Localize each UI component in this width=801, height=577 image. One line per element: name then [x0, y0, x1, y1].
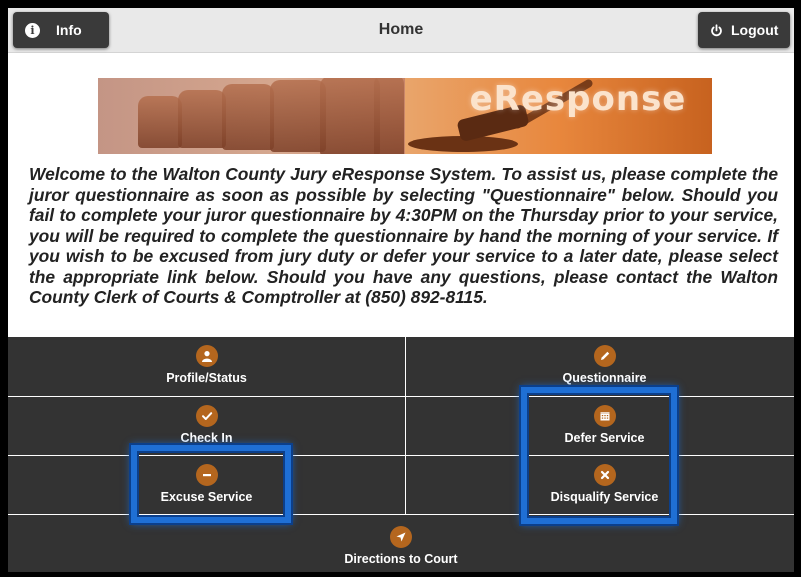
profile-status-label: Profile/Status	[166, 371, 247, 385]
eresponse-banner: eResponse	[98, 78, 712, 154]
location-arrow-icon	[390, 526, 412, 548]
check-icon	[195, 405, 218, 427]
info-button[interactable]: i Info	[13, 12, 109, 48]
check-in-label: Check In	[180, 431, 233, 445]
welcome-message: Welcome to the Walton County Jury eRespo…	[29, 164, 778, 307]
page-title: Home	[378, 21, 424, 38]
excuse-service-label: Excuse Service	[160, 490, 253, 504]
banner-title: eResponse	[469, 79, 687, 119]
power-icon	[710, 23, 723, 37]
logout-button[interactable]: Logout	[698, 12, 790, 48]
header-bar: Home i Info Logout	[8, 8, 794, 53]
defer-service-label: Defer Service	[564, 431, 645, 445]
excuse-service-tile[interactable]: Excuse Service	[8, 456, 405, 515]
close-icon	[593, 464, 616, 486]
app-frame: Home i Info Logout eResponse Welcome to …	[8, 8, 794, 572]
logout-button-label: Logout	[731, 22, 779, 38]
directions-to-court-label: Directions to Court	[344, 552, 458, 566]
disqualify-service-label: Disqualify Service	[550, 490, 659, 504]
disqualify-service-tile[interactable]: Disqualify Service	[406, 456, 794, 515]
minus-icon	[195, 464, 218, 486]
profile-status-tile[interactable]: Profile/Status	[8, 337, 405, 396]
questionnaire-label: Questionnaire	[562, 371, 647, 385]
info-button-label: Info	[56, 22, 82, 38]
calendar-icon	[593, 405, 616, 427]
pencil-icon	[593, 345, 616, 367]
directions-to-court-tile[interactable]: Directions to Court	[8, 515, 794, 572]
info-icon: i	[25, 22, 40, 38]
user-icon	[195, 345, 218, 367]
menu-grid: Profile/Status Questionnaire Check In De…	[8, 337, 794, 572]
defer-service-tile[interactable]: Defer Service	[406, 397, 794, 456]
check-in-tile[interactable]: Check In	[8, 397, 405, 456]
questionnaire-tile[interactable]: Questionnaire	[406, 337, 794, 396]
